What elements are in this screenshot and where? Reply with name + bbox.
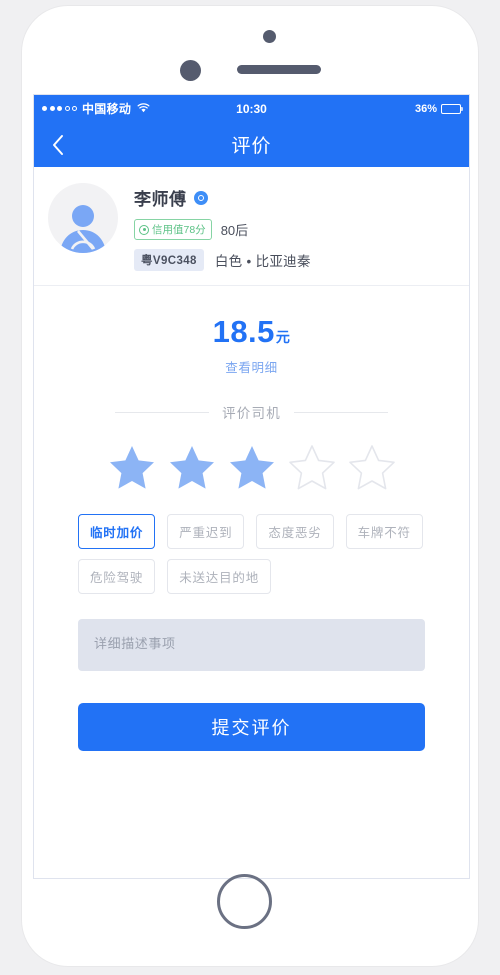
star-empty-icon[interactable] <box>288 444 336 490</box>
user-avatar-icon <box>60 205 106 253</box>
earpiece-speaker-icon <box>237 65 321 74</box>
description-wrapper <box>34 594 469 676</box>
home-button[interactable] <box>217 874 272 929</box>
car-description: 白色 • 比亚迪秦 <box>214 254 311 269</box>
signal-strength-icon <box>42 106 77 111</box>
vehicle-row: 粤V9C348 白色 • 比亚迪秦 <box>134 249 311 271</box>
status-bar-right: 36% <box>414 102 463 115</box>
feedback-tag[interactable]: 态度恶劣 <box>256 514 334 549</box>
rate-driver-label: 评价司机 <box>222 406 281 421</box>
status-bar-left: 中国移动 <box>42 100 150 117</box>
phone-top-hardware <box>22 6 478 94</box>
star-rating[interactable] <box>34 422 469 508</box>
feedback-tag[interactable]: 临时加价 <box>78 514 156 549</box>
price-block: 18.5元 查看明细 <box>34 286 469 396</box>
driver-name-row: 李师傅 <box>134 185 311 210</box>
phone-mockup-page: 中国移动 10:30 36% 评价 李师傅 信用值78分 80后 粤V9C348… <box>0 0 500 975</box>
feedback-tag[interactable]: 车牌不符 <box>345 514 423 549</box>
feedback-tag[interactable]: 严重迟到 <box>167 514 245 549</box>
star-empty-icon[interactable] <box>348 444 396 490</box>
age-group-label: 80后 <box>220 223 249 238</box>
star-filled-icon[interactable] <box>228 444 276 490</box>
sensor-icon <box>180 60 201 81</box>
carrier-label: 中国移动 <box>82 102 132 116</box>
submit-review-button[interactable]: 提交评价 <box>78 703 425 751</box>
chevron-left-icon <box>52 134 63 155</box>
divider-line-right <box>293 411 388 413</box>
driver-info: 李师傅 信用值78分 80后 粤V9C348 白色 • 比亚迪秦 <box>134 183 311 271</box>
driver-meta-row: 信用值78分 80后 <box>134 219 311 240</box>
feedback-tag-list: 临时加价 严重迟到 态度恶劣 车牌不符危险驾驶 未送达目的地 <box>34 508 469 594</box>
rate-driver-divider: 评价司机 <box>72 402 431 422</box>
nav-bar: 评价 <box>34 122 469 167</box>
driver-card: 李师傅 信用值78分 80后 粤V9C348 白色 • 比亚迪秦 <box>34 167 469 286</box>
phone-frame: 中国移动 10:30 36% 评价 李师傅 信用值78分 80后 粤V9C348… <box>22 6 478 966</box>
star-filled-icon[interactable] <box>108 444 156 490</box>
submit-wrapper: 提交评价 <box>34 676 469 751</box>
avatar <box>48 183 118 253</box>
shield-icon <box>139 224 149 235</box>
star-filled-icon[interactable] <box>168 444 216 490</box>
price-row: 18.5元 <box>34 314 469 350</box>
battery-percent-label: 36% <box>414 102 437 115</box>
divider-line-left <box>115 411 210 413</box>
driver-name: 李师傅 <box>134 190 187 209</box>
battery-icon <box>441 103 463 114</box>
gender-badge-icon <box>193 190 208 205</box>
feedback-tag[interactable]: 未送达目的地 <box>167 559 272 594</box>
feedback-tag[interactable]: 危险驾驶 <box>78 559 156 594</box>
wifi-icon <box>137 102 150 116</box>
price-amount: 18.5 <box>212 314 275 349</box>
front-camera-icon <box>263 30 276 43</box>
price-unit: 元 <box>275 329 291 345</box>
credit-score-label: 信用值78分 <box>152 224 206 236</box>
license-plate: 粤V9C348 <box>134 249 204 271</box>
back-button[interactable] <box>34 122 80 167</box>
phone-screen: 中国移动 10:30 36% 评价 李师傅 信用值78分 80后 粤V9C348… <box>33 94 470 879</box>
page-title: 评价 <box>231 136 272 157</box>
view-fare-details-link[interactable]: 查看明细 <box>34 357 469 376</box>
status-bar: 中国移动 10:30 36% <box>34 95 469 122</box>
description-input[interactable] <box>78 619 425 671</box>
credit-score-badge: 信用值78分 <box>134 219 212 240</box>
